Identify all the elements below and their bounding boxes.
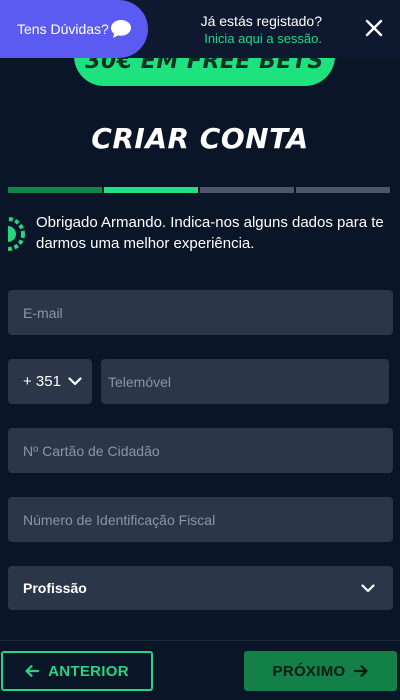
progress-step-2 <box>104 187 198 193</box>
page-title: CRIAR CONTA <box>91 122 309 155</box>
phone-prefix-value: + 351 <box>23 373 61 390</box>
next-button[interactable]: PRÓXIMO <box>244 651 397 691</box>
roulette-logo-icon <box>8 217 25 251</box>
email-placeholder: E-mail <box>23 304 63 321</box>
close-icon[interactable] <box>364 18 384 38</box>
top-bar: Tens Dúvidas? Já estás registado? Inicia… <box>0 0 400 58</box>
login-prompt: Já estás registado? Inicia aqui a sessão… <box>201 13 322 47</box>
next-label: PRÓXIMO <box>272 662 346 680</box>
login-link[interactable]: Inicia aqui a sessão. <box>201 30 322 47</box>
arrow-left-icon <box>25 665 40 677</box>
progress-step-1 <box>8 187 102 193</box>
phone-field[interactable]: Telemóvel <box>101 359 389 404</box>
back-button[interactable]: ANTERIOR <box>1 651 153 691</box>
step-progress <box>8 187 390 193</box>
citizen-card-placeholder: Nº Cartão de Cidadão <box>23 442 160 459</box>
help-button[interactable]: Tens Dúvidas? <box>0 0 148 58</box>
progress-step-4 <box>296 187 390 193</box>
profession-label: Profissão <box>23 580 87 596</box>
phone-placeholder: Telemóvel <box>108 373 172 390</box>
chevron-down-icon <box>68 377 82 386</box>
nif-placeholder: Número de Identificação Fiscal <box>23 511 216 528</box>
progress-step-3 <box>200 187 294 193</box>
back-label: ANTERIOR <box>48 662 129 680</box>
email-field[interactable]: E-mail <box>8 290 393 335</box>
arrow-right-icon <box>354 665 369 677</box>
nif-field[interactable]: Número de Identificação Fiscal <box>8 497 393 542</box>
phone-prefix-select[interactable]: + 351 <box>8 359 92 404</box>
footer-divider <box>0 640 400 641</box>
login-question: Já estás registado? <box>200 13 322 29</box>
intro-message: Obrigado Armando. Indica-nos alguns dado… <box>8 212 398 254</box>
citizen-card-field[interactable]: Nº Cartão de Cidadão <box>8 428 393 473</box>
help-label: Tens Dúvidas? <box>17 21 109 37</box>
profession-select[interactable]: Profissão <box>8 566 393 610</box>
chat-bubble-icon <box>111 20 131 38</box>
intro-text: Obrigado Armando. Indica-nos alguns dado… <box>36 214 384 252</box>
chevron-down-icon <box>361 583 375 592</box>
